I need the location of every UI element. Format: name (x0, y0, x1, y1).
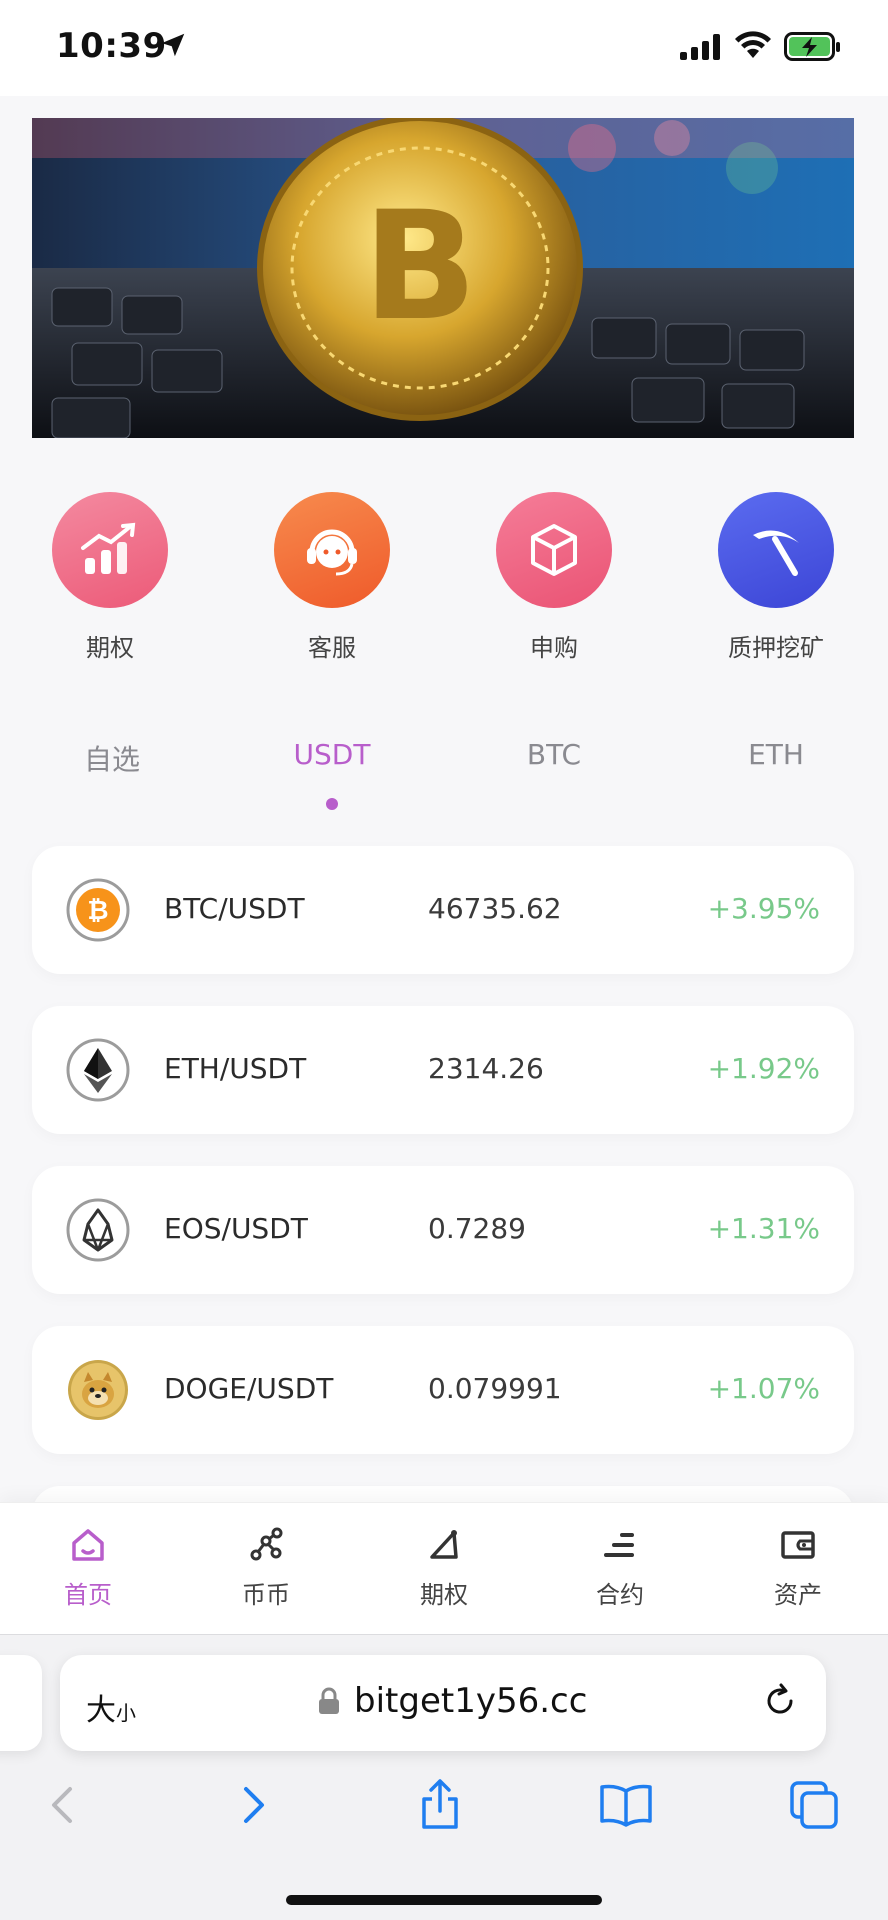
pickaxe-icon (718, 492, 834, 608)
banner-image: B (32, 118, 854, 438)
text-size-button[interactable]: 大小 (86, 1685, 136, 1729)
lock-icon (319, 1687, 339, 1714)
quick-menu-label: 客服 (308, 634, 356, 662)
pair-name: BTC/USDT (164, 892, 305, 925)
url-field[interactable]: bitget1y56.cc (318, 1681, 587, 1721)
pair-name: EOS/USDT (164, 1212, 308, 1245)
quick-menu: 期权 客服 申购 质押挖矿 (0, 492, 888, 672)
nav-options-label: 期权 (420, 1581, 468, 1609)
market-row[interactable]: EOS/USDT 0.7289 +1.31% (32, 1166, 854, 1294)
tab-btc[interactable]: BTC (454, 738, 654, 771)
tab-favorites[interactable]: 自选 (12, 738, 212, 778)
btc-logo-icon: ₿ (66, 878, 130, 942)
tab-eth[interactable]: ETH (676, 738, 876, 771)
pair-name: ETH/USDT (164, 1052, 307, 1085)
options-triangle-icon (430, 1530, 458, 1559)
pair-price: 0.7289 (428, 1212, 526, 1245)
pair-change: +1.07% (707, 1372, 820, 1405)
eth-logo-icon (66, 1038, 130, 1102)
pair-name: DOGE/USDT (164, 1372, 334, 1405)
nav-assets-label: 资产 (774, 1581, 822, 1609)
status-bar: 10:39 (0, 0, 888, 96)
market-tabs: 自选 USDT BTC ETH (0, 738, 888, 818)
pair-price: 46735.62 (428, 892, 562, 925)
active-tab-indicator (326, 798, 338, 810)
tabs-icon[interactable] (784, 1775, 844, 1835)
home-icon (72, 1529, 104, 1561)
browser-toolbar: 大小 bitget1y56.cc (0, 1634, 888, 1920)
market-row[interactable]: ETH/USDT 2314.26 +1.92% (32, 1006, 854, 1134)
reload-icon[interactable] (760, 1681, 800, 1721)
pair-price: 0.079991 (428, 1372, 562, 1405)
pair-change: +3.95% (707, 892, 820, 925)
forward-icon[interactable] (222, 1775, 282, 1835)
quick-menu-staking[interactable]: 质押挖矿 (686, 492, 866, 663)
address-bar[interactable]: 大小 bitget1y56.cc (60, 1655, 826, 1751)
bottom-nav: 首页 币币 期权 合约 资产 (0, 1502, 888, 1634)
quick-menu-support[interactable]: 客服 (242, 492, 422, 663)
tab-usdt-label: USDT (293, 738, 371, 771)
wallet-icon (781, 1531, 815, 1559)
box-icon (496, 492, 612, 608)
nav-futures[interactable]: 合约 (560, 1525, 680, 1610)
market-row[interactable]: ₿ BTC/USDT 46735.62 +3.95% (32, 846, 854, 974)
text-size-big: 大 (86, 1693, 116, 1728)
share-icon[interactable] (410, 1775, 470, 1835)
bookmarks-icon[interactable] (596, 1775, 656, 1835)
quick-menu-subscribe[interactable]: 申购 (464, 492, 644, 663)
pair-change: +1.92% (707, 1052, 820, 1085)
quick-menu-label: 质押挖矿 (728, 634, 824, 662)
nav-spot[interactable]: 币币 (206, 1525, 326, 1610)
wifi-icon (735, 31, 771, 58)
cellular-signal-icon (680, 34, 720, 60)
nav-spot-label: 币币 (242, 1581, 290, 1609)
browser-tools (0, 1775, 888, 1845)
home-content[interactable]: B 期权 客服 申购 质押挖矿 自选 USDT BTC ETH ₿ BTC/US… (0, 96, 888, 1502)
contract-lines-icon (604, 1533, 634, 1557)
market-row[interactable] (32, 1486, 854, 1502)
svg-text:₿: ₿ (87, 896, 108, 926)
pair-change: +1.31% (707, 1212, 820, 1245)
home-indicator[interactable] (286, 1895, 602, 1905)
eos-logo-icon (66, 1198, 130, 1262)
status-time: 10:39 (56, 26, 167, 66)
doge-logo-icon (68, 1360, 128, 1420)
back-icon[interactable] (34, 1775, 94, 1835)
nav-home-label: 首页 (64, 1581, 112, 1609)
promo-banner[interactable]: B (32, 118, 854, 438)
market-row[interactable]: DOGE/USDT 0.079991 +1.07% (32, 1326, 854, 1454)
quick-menu-label: 申购 (530, 634, 578, 662)
quick-menu-label: 期权 (86, 634, 134, 662)
nav-home[interactable]: 首页 (28, 1525, 148, 1610)
url-text: bitget1y56.cc (354, 1681, 588, 1721)
headset-icon (274, 492, 390, 608)
svg-text:B: B (363, 180, 477, 354)
chart-up-icon (52, 492, 168, 608)
battery-charging-icon (784, 32, 840, 61)
nav-assets[interactable]: 资产 (738, 1525, 858, 1610)
quick-menu-options[interactable]: 期权 (20, 492, 200, 663)
tab-usdt[interactable]: USDT (232, 738, 432, 810)
exchange-nodes-icon (250, 1527, 283, 1561)
text-size-small: 小 (116, 1701, 136, 1725)
pair-price: 2314.26 (428, 1052, 544, 1085)
nav-options[interactable]: 期权 (384, 1525, 504, 1610)
previous-tab-peek[interactable] (0, 1655, 42, 1751)
location-arrow-icon (161, 33, 185, 57)
nav-futures-label: 合约 (596, 1581, 644, 1609)
